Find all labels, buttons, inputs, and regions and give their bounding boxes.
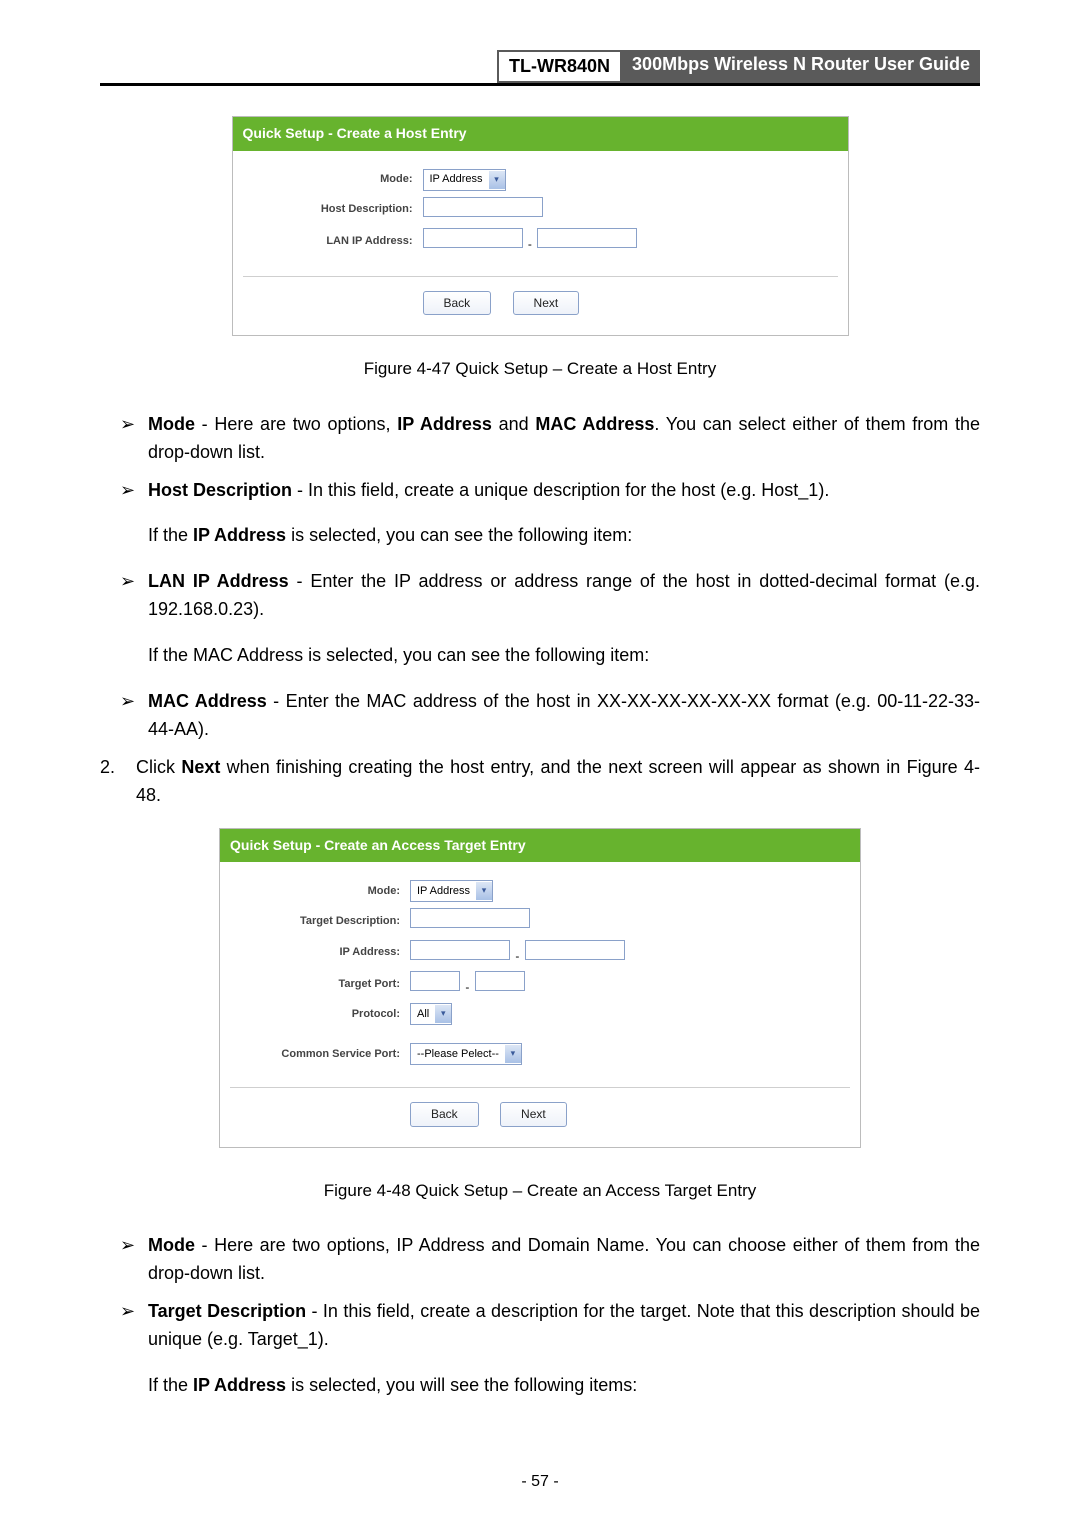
header-title: 300Mbps Wireless N Router User Guide <box>622 50 980 83</box>
fig47-mode-select[interactable]: IP Address ▾ <box>423 169 506 191</box>
para-ip-selected-2: If the IP Address is selected, you will … <box>148 1372 980 1400</box>
bullet1-lanip: LAN IP Address - Enter the IP address or… <box>148 568 980 624</box>
fig48-ip-to[interactable] <box>525 940 625 960</box>
fig48-protocol-label: Protocol: <box>230 1006 410 1023</box>
bullet-marker: ➢ <box>120 568 148 624</box>
fig47-back-button[interactable]: Back <box>423 291 492 316</box>
figure-47-panel: Quick Setup - Create a Host Entry Mode: … <box>232 116 849 336</box>
fig47-mode-value: IP Address <box>424 171 489 188</box>
bullet-marker: ➢ <box>120 688 148 744</box>
fig48-protocol-value: All <box>411 1006 435 1023</box>
fig48-csp-label: Common Service Port: <box>230 1046 410 1063</box>
bullet-marker: ➢ <box>120 411 148 467</box>
fig48-targetdesc-label: Target Description: <box>230 913 410 930</box>
chevron-down-icon: ▾ <box>489 171 505 189</box>
bullet-marker: ➢ <box>120 477 148 505</box>
fig47-lanip-label: LAN IP Address: <box>243 233 423 250</box>
bullet2-targetdesc: Target Description - In this field, crea… <box>148 1298 980 1354</box>
bullet1-mode: Mode - Here are two options, IP Address … <box>148 411 980 467</box>
para-mac-selected: If the MAC Address is selected, you can … <box>148 642 980 670</box>
bullet2-mode: Mode - Here are two options, IP Address … <box>148 1232 980 1288</box>
page-number: - 57 - <box>0 1473 1080 1491</box>
fig48-csp-select[interactable]: --Please Pelect-- ▾ <box>410 1043 522 1065</box>
bullet1-mac: MAC Address - Enter the MAC address of t… <box>148 688 980 744</box>
fig48-port-to[interactable] <box>475 971 525 991</box>
para-ip-selected-1: If the IP Address is selected, you can s… <box>148 522 980 550</box>
range-sep: - <box>513 947 521 966</box>
fig48-mode-value: IP Address <box>411 883 476 900</box>
bullet-marker: ➢ <box>120 1298 148 1354</box>
step-2-number: 2. <box>100 754 136 810</box>
bullet1-hostdesc: Host Description - In this field, create… <box>148 477 980 505</box>
fig48-mode-label: Mode: <box>230 883 410 900</box>
fig48-next-button[interactable]: Next <box>500 1102 567 1127</box>
fig47-hostdesc-label: Host Description: <box>243 201 423 218</box>
fig47-hostdesc-input[interactable] <box>423 197 543 217</box>
figure-48-panel: Quick Setup - Create an Access Target En… <box>219 828 861 1148</box>
fig48-port-label: Target Port: <box>230 976 410 993</box>
figure-48-title: Quick Setup - Create an Access Target En… <box>220 829 860 863</box>
fig47-lanip-from[interactable] <box>423 228 523 248</box>
fig48-targetdesc-input[interactable] <box>410 908 530 928</box>
range-sep: - <box>526 235 534 254</box>
bullet-marker: ➢ <box>120 1232 148 1288</box>
fig48-csp-value: --Please Pelect-- <box>411 1046 505 1063</box>
figure-47-caption: Figure 4-47 Quick Setup – Create a Host … <box>100 356 980 382</box>
header-model: TL-WR840N <box>497 50 622 83</box>
fig48-ip-label: IP Address: <box>230 944 410 961</box>
fig48-protocol-select[interactable]: All ▾ <box>410 1003 452 1025</box>
fig47-lanip-to[interactable] <box>537 228 637 248</box>
figure-48-caption: Figure 4-48 Quick Setup – Create an Acce… <box>100 1178 980 1204</box>
step-2-text: Click Next when finishing creating the h… <box>136 754 980 810</box>
chevron-down-icon: ▾ <box>435 1005 451 1023</box>
chevron-down-icon: ▾ <box>505 1045 521 1063</box>
figure-47-title: Quick Setup - Create a Host Entry <box>233 117 848 151</box>
chevron-down-icon: ▾ <box>476 882 492 900</box>
doc-header: TL-WR840N 300Mbps Wireless N Router User… <box>100 50 980 83</box>
fig48-mode-select[interactable]: IP Address ▾ <box>410 880 493 902</box>
fig48-back-button[interactable]: Back <box>410 1102 479 1127</box>
fig48-ip-from[interactable] <box>410 940 510 960</box>
range-sep: - <box>463 978 471 997</box>
fig47-next-button[interactable]: Next <box>513 291 580 316</box>
fig47-mode-label: Mode: <box>243 171 423 188</box>
fig48-port-from[interactable] <box>410 971 460 991</box>
